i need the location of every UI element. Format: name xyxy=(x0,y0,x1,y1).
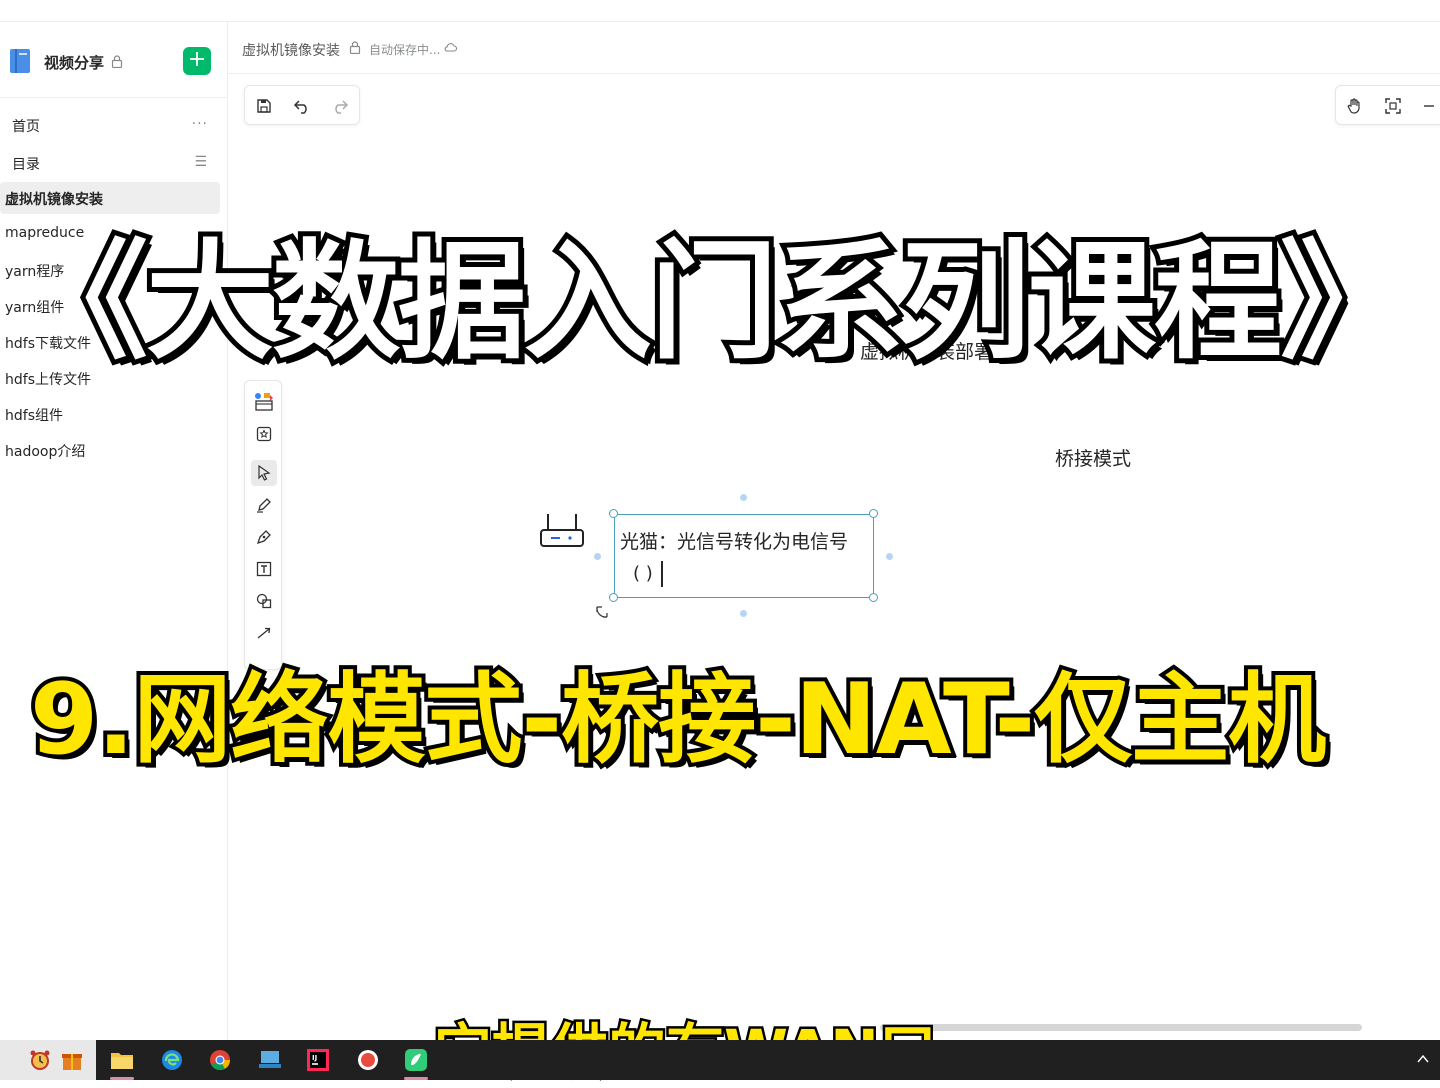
cloud-icon xyxy=(444,43,457,52)
doc-item-label: hdfs组件 xyxy=(5,408,63,424)
remote-desktop-icon[interactable] xyxy=(250,1044,290,1076)
book-icon xyxy=(10,49,30,73)
space-title[interactable]: 视频分享 xyxy=(44,52,104,73)
nav-home[interactable]: 首页 ··· xyxy=(0,108,228,142)
sidebar: 视频分享 + 首页 ··· 目录 ☰ 虚拟机镜像安装 mapreduce yar… xyxy=(0,22,228,1040)
resize-handle-bl[interactable] xyxy=(609,593,618,602)
rotate-icon[interactable] xyxy=(594,604,610,620)
lock-icon xyxy=(349,41,361,54)
svg-text:IJ: IJ xyxy=(312,1054,317,1062)
resize-handle-tr[interactable] xyxy=(869,509,878,518)
undo-icon[interactable] xyxy=(291,95,313,117)
textbox-line-2[interactable]: ( ) xyxy=(633,563,653,584)
select-cursor-icon[interactable] xyxy=(251,460,277,486)
draw-toolbar xyxy=(244,380,282,670)
bridge-mode-label[interactable]: 桥接模式 xyxy=(1055,444,1131,471)
pen-icon[interactable] xyxy=(251,524,277,550)
nav-home-label: 首页 xyxy=(12,119,40,135)
chevron-up-icon[interactable] xyxy=(1416,1052,1430,1066)
doc-item-label: hadoop介绍 xyxy=(5,444,86,460)
video-episode-overlay: 9.网络模式-桥接-NAT-仅主机 xyxy=(26,659,1330,781)
lock-icon xyxy=(111,55,123,68)
nav-catalog-label: 目录 xyxy=(12,157,40,173)
hand-icon[interactable] xyxy=(1344,95,1366,117)
nav-catalog[interactable]: 目录 ☰ xyxy=(0,146,228,180)
shape-icon[interactable] xyxy=(251,588,277,614)
doc-item-hdfs-component[interactable]: hdfs组件 xyxy=(0,398,220,430)
fit-screen-icon[interactable] xyxy=(1382,95,1404,117)
router-icon[interactable] xyxy=(539,512,585,550)
gift-icon[interactable] xyxy=(52,1044,92,1076)
doc-title[interactable]: 虚拟机镜像安装 xyxy=(242,40,340,60)
text-caret xyxy=(661,561,663,587)
edge-browser-icon[interactable] xyxy=(152,1044,192,1076)
view-toolbar xyxy=(1335,85,1440,125)
video-title-overlay: 《大数据入门系列课程》 xyxy=(15,223,1413,382)
document-header: 虚拟机镜像安装 自动保存中... xyxy=(228,22,1440,74)
resize-handle-br[interactable] xyxy=(869,593,878,602)
connect-point-top[interactable] xyxy=(740,494,747,501)
space-header: 视频分享 + xyxy=(0,22,228,98)
yuque-app-icon[interactable] xyxy=(396,1044,436,1080)
template-icon[interactable] xyxy=(251,389,277,415)
sticker-icon[interactable] xyxy=(251,421,277,447)
zoom-out-icon[interactable] xyxy=(1418,95,1440,117)
window-top-strip xyxy=(0,0,1440,22)
connect-point-bottom[interactable] xyxy=(740,610,747,617)
save-icon[interactable] xyxy=(253,95,275,117)
connect-point-left[interactable] xyxy=(594,553,601,560)
list-icon[interactable]: ☰ xyxy=(194,154,208,170)
board-toolbar xyxy=(244,85,360,125)
taskbar-left-area xyxy=(0,1040,96,1080)
add-button[interactable]: + xyxy=(183,47,211,75)
text-tool-icon[interactable] xyxy=(251,556,277,582)
save-status: 自动保存中... xyxy=(369,43,441,57)
resize-handle-tl[interactable] xyxy=(609,509,618,518)
connect-point-right[interactable] xyxy=(886,553,893,560)
chrome-icon[interactable] xyxy=(200,1044,240,1076)
taskbar: IJ xyxy=(0,1040,1440,1080)
intellij-icon[interactable]: IJ xyxy=(298,1044,338,1076)
textbox-line-1[interactable]: 光猫：光信号转化为电信号 xyxy=(620,527,848,554)
screen-recorder-icon[interactable] xyxy=(348,1044,388,1076)
more-icon[interactable]: ··· xyxy=(192,116,208,132)
horizontal-scrollbar[interactable] xyxy=(880,1024,1362,1031)
file-explorer-icon[interactable] xyxy=(102,1044,142,1080)
doc-item-hadoop-intro[interactable]: hadoop介绍 xyxy=(0,434,220,466)
pencil-icon[interactable] xyxy=(251,492,277,518)
redo-icon[interactable] xyxy=(329,95,351,117)
selected-textbox[interactable]: 光猫：光信号转化为电信号 ( ) xyxy=(614,514,874,598)
